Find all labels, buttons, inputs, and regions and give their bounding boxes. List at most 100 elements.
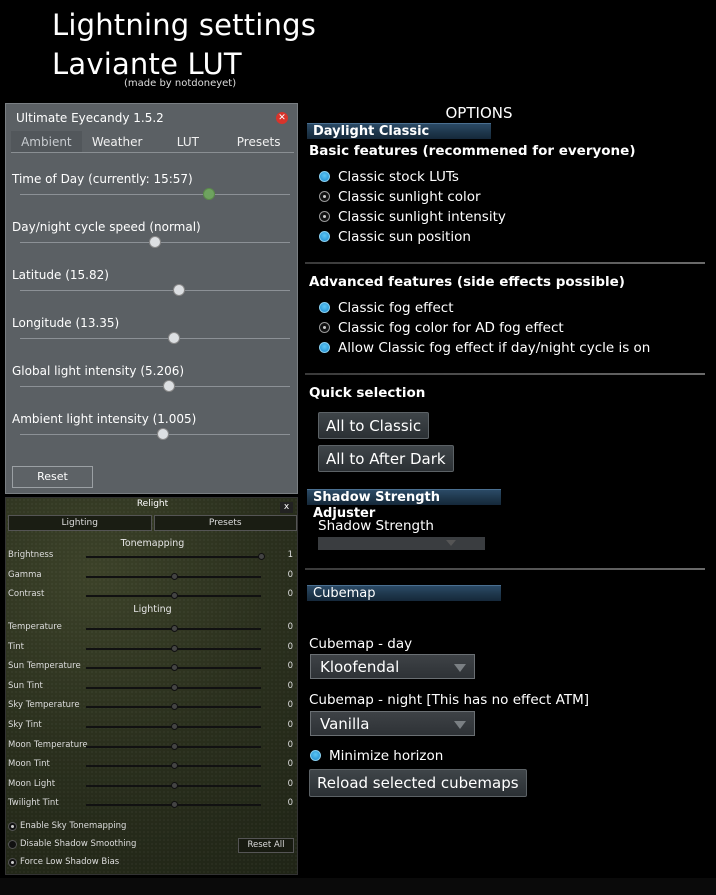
relight-slider: Temperature 0 [8, 622, 293, 636]
relight-title: Relight [136, 499, 169, 509]
advanced-features-label: Advanced features (side effects possible… [309, 274, 625, 290]
slider-label: Day/night cycle speed (normal) [12, 220, 201, 234]
slider-knob[interactable] [162, 380, 175, 392]
all-to-classic-button[interactable]: All to Classic [318, 412, 430, 439]
option-toggle[interactable]: Classic sunlight intensity [319, 209, 689, 225]
relight-slider: Contrast 0 [8, 589, 293, 603]
option-toggle[interactable]: Classic fog effect [319, 300, 689, 316]
relight-slider-value: 0 [287, 661, 293, 672]
tab-presets[interactable]: Presets [223, 131, 294, 152]
relight-checkbox[interactable]: Force Low Shadow Bias [8, 857, 168, 869]
slider-track[interactable] [20, 194, 290, 195]
relight-slider-knob[interactable] [170, 664, 178, 672]
relight-slider-value: 0 [287, 700, 293, 711]
eyecandy-slider: Day/night cycle speed (normal) [12, 220, 290, 248]
all-to-after-dark-button[interactable]: All to After Dark [318, 445, 454, 472]
shadow-strength-label: Shadow Strength [318, 518, 434, 534]
minimize-horizon-label: Minimize horizon [329, 748, 444, 764]
options-title: OPTIONS [445, 104, 513, 122]
tab-relight-presets[interactable]: Presets [153, 515, 297, 531]
slider-label: Global light intensity (5.206) [12, 364, 185, 378]
eyecandy-slider: Ambient light intensity (1.005) [12, 412, 290, 440]
relight-slider: Sun Temperature 0 [8, 661, 293, 675]
relight-slider-knob[interactable] [170, 625, 178, 632]
relight-slider-knob[interactable] [170, 723, 178, 730]
relight-slider-knob[interactable] [170, 801, 178, 809]
option-toggle[interactable]: Classic sun position [319, 229, 689, 245]
shadow-strength-header: Shadow Strength Adjuster [307, 489, 501, 521]
relight-checkbox[interactable]: Disable Shadow Smoothing [8, 839, 168, 851]
cubemap-night-value: Vanilla [320, 715, 370, 733]
slider-knob[interactable] [203, 188, 215, 200]
option-label: Classic fog color for AD fog effect [338, 320, 564, 336]
relight-checkbox[interactable]: Enable Sky Tonemapping [8, 821, 168, 833]
option-toggle[interactable]: Classic fog color for AD fog effect [319, 320, 689, 336]
radio-off-icon [319, 211, 330, 222]
slider-knob[interactable] [157, 428, 170, 440]
reset-all-button[interactable]: Reset All [238, 838, 294, 853]
slider-knob[interactable] [167, 332, 180, 344]
radio-on-icon [319, 231, 330, 242]
relight-slider-knob[interactable] [170, 683, 178, 691]
option-label: Classic sunlight intensity [338, 209, 506, 225]
relight-checkbox-label: Enable Sky Tonemapping [20, 821, 127, 831]
slider-knob[interactable] [173, 284, 186, 296]
tab-lighting[interactable]: Lighting [8, 515, 152, 531]
radio-on-icon [319, 342, 330, 353]
option-toggle[interactable]: Allow Classic fog effect if day/night cy… [319, 340, 689, 356]
chevron-down-icon [454, 664, 466, 672]
reset-button[interactable]: Reset [12, 466, 93, 488]
slider-track[interactable] [20, 386, 290, 387]
relight-slider-value: 0 [287, 798, 293, 809]
relight-slider-knob[interactable] [170, 762, 178, 770]
relight-slider-label: Gamma [8, 569, 42, 580]
slider-track[interactable] [20, 434, 290, 435]
relight-tabs: Lighting Presets [8, 515, 297, 531]
slider-knob[interactable] [149, 236, 161, 248]
cubemap-day-value: Kloofendal [320, 658, 400, 676]
cubemap-night-dropdown[interactable]: Vanilla [310, 711, 475, 736]
relight-slider-value: 0 [287, 641, 293, 652]
relight-slider-knob[interactable] [170, 572, 178, 580]
relight-slider-knob[interactable] [258, 553, 265, 560]
relight-slider: Moon Temperature 0 [8, 740, 293, 754]
relight-slider: Moon Tint 0 [8, 759, 293, 773]
eyecandy-panel: Ultimate Eyecandy 1.5.2 ✕ Ambient Weathe… [5, 103, 298, 494]
relight-slider: Gamma 0 [8, 570, 293, 584]
relight-slider-label: Moon Temperature [8, 739, 88, 750]
option-label: Classic fog effect [338, 300, 454, 316]
option-toggle[interactable]: Classic sunlight color [319, 189, 689, 205]
close-icon[interactable]: ✕ [276, 112, 288, 124]
tab-lut[interactable]: LUT [153, 131, 224, 152]
relight-slider-knob[interactable] [170, 592, 178, 600]
basic-features-label: Basic features (recommened for everyone) [309, 143, 636, 159]
slider-track[interactable] [20, 290, 290, 291]
options-panel: OPTIONS Daylight Classic Basic features … [302, 100, 706, 876]
tab-ambient[interactable]: Ambient [11, 131, 82, 152]
relight-slider-knob[interactable] [170, 781, 178, 789]
relight-slider-knob[interactable] [170, 644, 178, 652]
option-toggle[interactable]: Classic stock LUTs [319, 169, 689, 185]
cubemap-day-dropdown[interactable]: Kloofendal [310, 654, 475, 679]
relight-slider-value: 0 [287, 720, 293, 730]
eyecandy-title: Ultimate Eyecandy 1.5.2 [16, 111, 164, 125]
relight-slider-track[interactable] [86, 556, 261, 558]
chevron-down-icon [446, 540, 456, 546]
eyecandy-tabs: Ambient Weather LUT Presets [11, 131, 294, 153]
reload-cubemaps-button[interactable]: Reload selected cubemaps [309, 769, 527, 797]
option-label: Allow Classic fog effect if day/night cy… [338, 340, 651, 356]
slider-label: Ambient light intensity (1.005) [12, 412, 197, 426]
relight-slider-knob[interactable] [170, 703, 178, 711]
slider-track[interactable] [20, 338, 290, 339]
credit-text: (made by notdoneyet) [124, 78, 237, 89]
tab-weather[interactable]: Weather [82, 131, 153, 152]
relight-slider: Sky Tint 0 [8, 720, 293, 734]
relight-close-button[interactable]: x [280, 502, 293, 513]
relight-slider-knob[interactable] [170, 742, 178, 750]
tonemapping-header: Tonemapping [120, 538, 185, 549]
cubemap-night-label: Cubemap - night [This has no effect ATM] [309, 692, 589, 708]
relight-slider-label: Contrast [8, 589, 45, 600]
shadow-strength-dropdown[interactable] [318, 537, 485, 550]
relight-slider-label: Brightness [8, 550, 54, 560]
relight-slider: Twilight Tint 0 [8, 798, 293, 812]
